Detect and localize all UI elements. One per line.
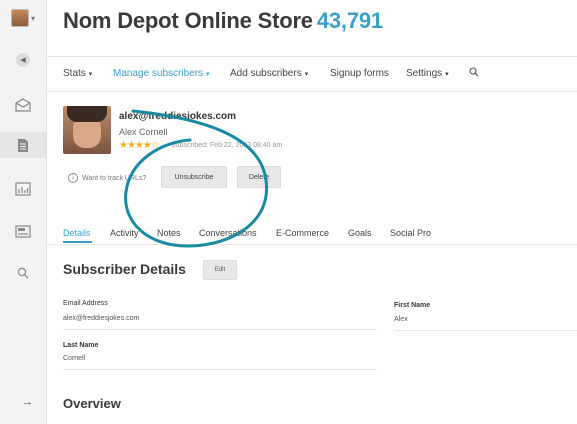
- subscriber-photo: [63, 106, 111, 154]
- collapse-sidebar-button[interactable]: ◀: [0, 47, 46, 73]
- rating-stars[interactable]: ★★★★☆: [119, 140, 160, 151]
- envelope-icon: [15, 98, 31, 112]
- chevron-down-icon: ▾: [445, 71, 449, 78]
- tab-goals[interactable]: Goals: [348, 228, 372, 238]
- page-title: Nom Depot Online Store 43,791: [63, 8, 383, 34]
- list-name: Nom Depot Online Store: [63, 8, 313, 33]
- first-name-value: Alex: [394, 316, 408, 323]
- nav-stats[interactable]: Stats ▾: [63, 68, 92, 79]
- chevron-left-icon: ◀: [16, 53, 30, 67]
- tab-conversations[interactable]: Conversations: [199, 228, 257, 238]
- nav-search-button[interactable]: [469, 67, 479, 80]
- chevron-down-icon: ▾: [206, 71, 210, 78]
- sidebar-item-templates[interactable]: [0, 218, 46, 244]
- sidebar-item-subscribers[interactable]: [0, 132, 46, 158]
- nav-add-subscribers[interactable]: Add subscribers ▾: [230, 68, 308, 79]
- nav-manage-subscribers[interactable]: Manage subscribers ▾: [113, 68, 210, 79]
- email-value: alex@freddiesjokes.com: [63, 315, 140, 322]
- subscriber-count: 43,791: [316, 8, 383, 33]
- tab-ecommerce[interactable]: E-Commerce: [276, 228, 329, 238]
- nav-add-label: Add subscribers: [230, 68, 302, 79]
- avatar: [10, 9, 29, 27]
- document-icon: [18, 138, 28, 152]
- sidebar-item-reports[interactable]: [0, 176, 46, 202]
- sidebar-search[interactable]: [0, 260, 46, 286]
- section-title-details: Subscriber Details: [63, 261, 186, 277]
- subscriber-tabs: Details Activity Notes Conversations E-C…: [46, 222, 577, 245]
- subscribed-date: Subscribed: Feb 22, 2013 08:40 am: [171, 142, 283, 149]
- sidebar-item-campaigns[interactable]: [0, 92, 46, 118]
- last-name-value: Cornell: [63, 355, 86, 362]
- top-nav: Stats ▾ Manage subscribers ▾ Add subscribe…: [46, 56, 577, 92]
- track-urls-label: Want to track URLs?: [82, 174, 147, 182]
- first-name-label: First Name: [394, 302, 431, 309]
- chevron-down-icon: ▾: [30, 13, 35, 23]
- bar-chart-icon: [15, 182, 31, 196]
- divider: [63, 369, 377, 370]
- subscriber-email: alex@freddiesjokes.com: [119, 111, 237, 122]
- tab-social-pro[interactable]: Social Pro: [390, 228, 431, 238]
- nav-manage-label: Manage subscribers: [113, 68, 204, 79]
- hair-shape: [67, 106, 107, 122]
- email-label: Email Address: [63, 300, 108, 307]
- search-icon: [17, 267, 29, 279]
- tab-activity[interactable]: Activity: [110, 228, 139, 238]
- info-icon: i: [68, 173, 78, 183]
- last-name-label: Last Name: [63, 342, 99, 349]
- divider: [63, 329, 377, 330]
- logout-arrow-icon[interactable]: →: [22, 396, 33, 408]
- delete-button[interactable]: Delete: [237, 166, 281, 188]
- sidebar: ▾ ◀: [0, 0, 47, 424]
- nav-signup-forms[interactable]: Signup forms: [330, 68, 389, 79]
- chevron-down-icon: ▾: [88, 71, 93, 78]
- chevron-down-icon: ▾: [304, 71, 309, 78]
- edit-button[interactable]: Edit: [203, 260, 237, 280]
- unsubscribe-button[interactable]: Unsubscribe: [161, 166, 227, 188]
- nav-settings[interactable]: Settings ▾: [406, 68, 449, 79]
- section-title-overview: Overview: [63, 396, 121, 411]
- nav-stats-label: Stats: [63, 68, 86, 79]
- tab-details[interactable]: Details: [63, 228, 91, 238]
- account-menu[interactable]: ▾: [0, 5, 46, 31]
- template-icon: [15, 224, 31, 238]
- search-icon: [469, 67, 479, 77]
- tab-notes[interactable]: Notes: [157, 228, 181, 238]
- divider: [394, 330, 577, 331]
- active-tab-indicator: [63, 241, 92, 243]
- nav-settings-label: Settings: [406, 68, 443, 79]
- track-urls-hint[interactable]: i Want to track URLs?: [68, 173, 146, 183]
- subscriber-name: Alex Cornell: [119, 127, 168, 137]
